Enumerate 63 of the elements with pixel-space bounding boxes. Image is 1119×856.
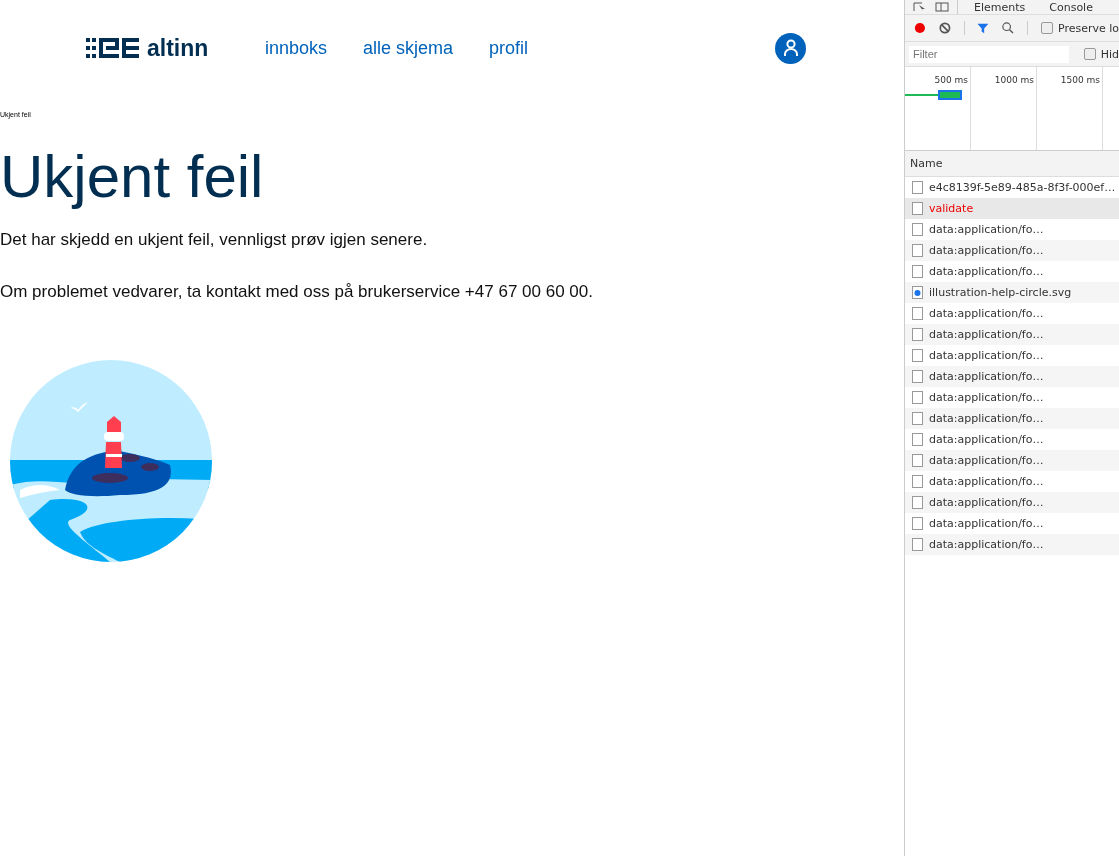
file-icon: [912, 328, 923, 341]
hide-label: Hid: [1100, 47, 1119, 61]
file-icon: [912, 265, 923, 278]
request-row[interactable]: data:application/fo…: [905, 450, 1119, 471]
request-row[interactable]: data:application/fo…: [905, 240, 1119, 261]
inspect-icon[interactable]: [913, 2, 927, 12]
request-row[interactable]: data:application/fo…: [905, 324, 1119, 345]
file-icon: [912, 475, 923, 488]
timeline-tick: 500 ms: [934, 75, 968, 85]
image-file-icon: [912, 286, 923, 299]
device-icon[interactable]: [935, 2, 949, 12]
error-message: Om problemet vedvarer, ta kontakt med oss på brukerservice +47 67 00 60 00.: [0, 282, 594, 302]
devtools-tab[interactable]: Console: [1041, 0, 1101, 14]
request-row[interactable]: data:application/fo…: [905, 534, 1119, 555]
profile-icon[interactable]: [775, 32, 806, 64]
preserve-log-label: Preserve lo: [1057, 21, 1119, 35]
request-row[interactable]: data:application/fo…: [905, 345, 1119, 366]
request-row[interactable]: data:application/fo…: [905, 429, 1119, 450]
request-row[interactable]: data:application/fo…: [905, 471, 1119, 492]
logo-text[interactable]: altinn: [147, 34, 209, 62]
file-icon: [912, 538, 923, 551]
request-row[interactable]: data:application/fo…: [905, 513, 1119, 534]
page-title: Ukjent feil: [0, 144, 265, 210]
filter-field[interactable]: Filter: [909, 45, 1069, 63]
request-row[interactable]: data:application/fo…: [905, 387, 1119, 408]
file-icon: [912, 412, 923, 425]
request-row[interactable]: data:application/fo…: [905, 303, 1119, 324]
request-row[interactable]: e4c8139f-5e89-485a-8f3f-000ef…: [905, 177, 1119, 198]
nav-link[interactable]: innboks: [265, 37, 328, 59]
request-row[interactable]: data:application/fo…: [905, 492, 1119, 513]
file-icon: [912, 454, 923, 467]
timeline-tick: 1000 ms: [994, 75, 1034, 85]
file-icon: [912, 202, 923, 215]
file-icon: [912, 244, 923, 257]
record-icon[interactable]: [914, 21, 926, 35]
nav-link[interactable]: profil: [489, 37, 529, 59]
request-row[interactable]: illustration-help-circle.svg: [905, 282, 1119, 303]
file-icon: [912, 496, 923, 509]
request-row[interactable]: validate: [905, 198, 1119, 219]
clear-icon[interactable]: [938, 21, 951, 35]
filter-icon[interactable]: [977, 21, 990, 35]
file-icon: [912, 391, 923, 404]
nav-link[interactable]: alle skjema: [363, 37, 454, 59]
file-icon: [912, 181, 923, 194]
timeline-tick: 1500 ms: [1060, 75, 1100, 85]
file-icon: [912, 307, 923, 320]
column-header[interactable]: Name: [905, 151, 1119, 177]
request-timing-bar: [905, 90, 962, 100]
logo-icon: [86, 38, 139, 58]
search-icon[interactable]: [1002, 21, 1015, 35]
file-icon: [912, 517, 923, 530]
file-icon: [912, 370, 923, 383]
error-message: Det har skjedd en ukjent feil, vennligst prøv igjen senere.: [0, 230, 429, 250]
request-row[interactable]: data:application/fo…: [905, 408, 1119, 429]
preserve-log-checkbox[interactable]: [1040, 22, 1053, 34]
devtools-tab[interactable]: Elements: [966, 0, 1034, 14]
request-row[interactable]: data:application/fo…: [905, 366, 1119, 387]
hide-checkbox[interactable]: [1083, 48, 1096, 60]
request-row[interactable]: data:application/fo…: [905, 219, 1119, 240]
request-row[interactable]: data:application/fo…: [905, 261, 1119, 282]
file-icon: [912, 223, 923, 236]
file-icon: [912, 349, 923, 362]
file-icon: [912, 433, 923, 446]
